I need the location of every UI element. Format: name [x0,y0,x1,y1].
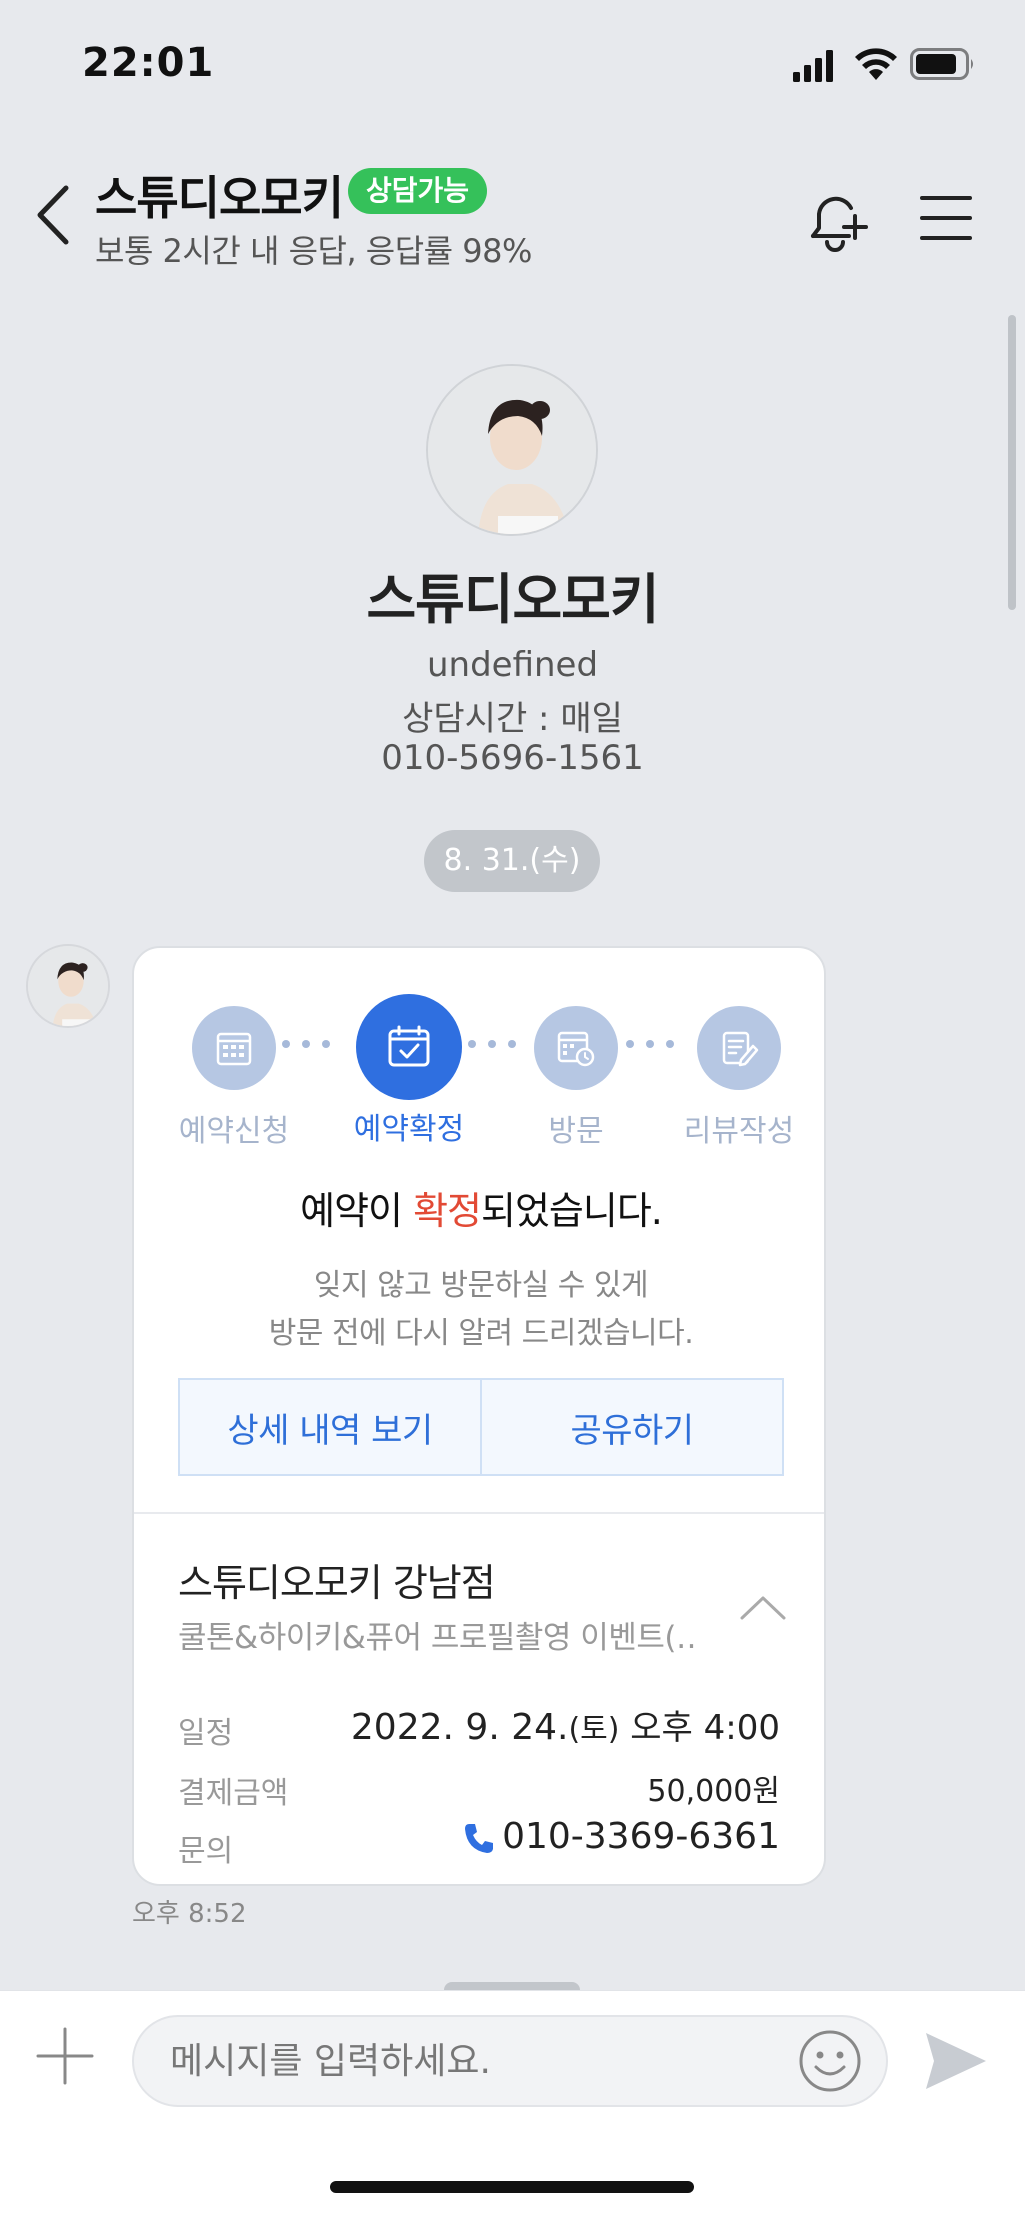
chevron-up-icon[interactable] [738,1588,788,1628]
step-reservation-confirmed: 예약확정 [334,994,484,1148]
calendar-check-icon [356,994,462,1100]
response-info: 보통 2시간 내 응답, 응답률 98% [95,232,532,270]
branch-name: 스튜디오모키 강남점 [178,1561,496,1605]
cellular-signal-icon [793,50,833,82]
title-text: 예약이 [300,1189,414,1233]
inquiry-phone: 010-3369-6361 [502,1816,780,1857]
inquiry-phone-link[interactable]: 010-3369-6361 [462,1816,780,1857]
confirm-title: 예약이 확정되었습니다. [134,1180,824,1235]
status-badge: 상담가능 [348,168,488,214]
plus-icon[interactable] [36,2027,94,2085]
inquiry-label: 문의 [178,1834,234,1869]
message-timestamp: 오후 8:52 [132,1899,247,1929]
profile-hours: 상담시간 : 매일 [402,699,623,739]
step-reservation-request: 예약신청 [164,998,304,1150]
message-input[interactable] [132,2015,888,2107]
schedule-date: 2022. 9. 24. [350,1707,569,1748]
event-name: 쿨톤&하이키&퓨어 프로필촬영 이벤트(… [178,1620,698,1656]
step-label: 리뷰작성 [683,1114,795,1149]
reservation-card: 예약신청 예약확정 방문 리뷰작성 예약이 확정되었습니다. 잊지 않고 방문하… [132,946,826,1886]
confirm-desc-line1: 잊지 않고 방문하실 수 있게 [313,1268,649,1303]
status-bar: 22:01 [0,0,1025,120]
title-text: 되었습니다. [481,1189,663,1233]
reservation-steps: 예약신청 예약확정 방문 리뷰작성 [134,994,824,1168]
hamburger-menu-icon[interactable] [918,190,974,246]
sender-photo [28,946,108,1026]
title-highlight: 확정 [413,1189,482,1233]
profile-avatar[interactable] [426,364,598,536]
chat-title: 스튜디오모키 [95,171,344,225]
profile-name: 스튜디오모키 [366,568,659,631]
schedule-label: 일정 [178,1716,234,1751]
bell-add-icon[interactable] [805,186,873,254]
date-divider: 8. 31.(수) [424,830,600,892]
chat-header: 스튜디오모키 상담가능 보통 2시간 내 응답, 응답률 98% [0,150,1025,270]
profile-description: undefined [426,645,599,685]
step-label: 방문 [548,1114,604,1149]
card-divider [134,1512,824,1514]
back-arrow-icon[interactable] [30,180,80,250]
calendar-clock-icon [534,1006,618,1090]
send-icon[interactable] [922,2027,990,2095]
schedule-value: 2022. 9. 24.(토) 오후 4:00 [351,1700,780,1749]
step-visit: 방문 [506,998,646,1150]
edit-note-icon [697,1006,781,1090]
confirm-desc-line2: 방문 전에 다시 알려 드리겠습니다. [268,1316,694,1351]
card-actions: 상세 내역 보기 공유하기 [178,1378,784,1476]
emoji-icon[interactable] [796,2027,864,2095]
step-connector [282,1040,330,1048]
share-button[interactable]: 공유하기 [480,1380,782,1474]
wifi-icon [855,48,897,80]
profile-photo [428,366,596,534]
step-label: 예약신청 [178,1114,290,1149]
view-details-button[interactable]: 상세 내역 보기 [180,1380,480,1474]
step-label: 예약확정 [353,1112,465,1147]
sender-avatar[interactable] [26,944,110,1028]
schedule-time: 오후 4:00 [619,1708,780,1748]
payment-label: 결제금액 [178,1776,289,1811]
schedule-day: (토) [568,1712,620,1747]
calendar-grid-icon [192,1006,276,1090]
phone-icon [465,1824,494,1853]
home-indicator[interactable] [330,2181,694,2193]
profile-phone[interactable]: 010-5696-1561 [0,738,1025,778]
step-write-review: 리뷰작성 [664,998,814,1150]
battery-icon [910,48,973,80]
status-time: 22:01 [82,40,215,86]
payment-value: 50,000원 [647,1774,780,1809]
